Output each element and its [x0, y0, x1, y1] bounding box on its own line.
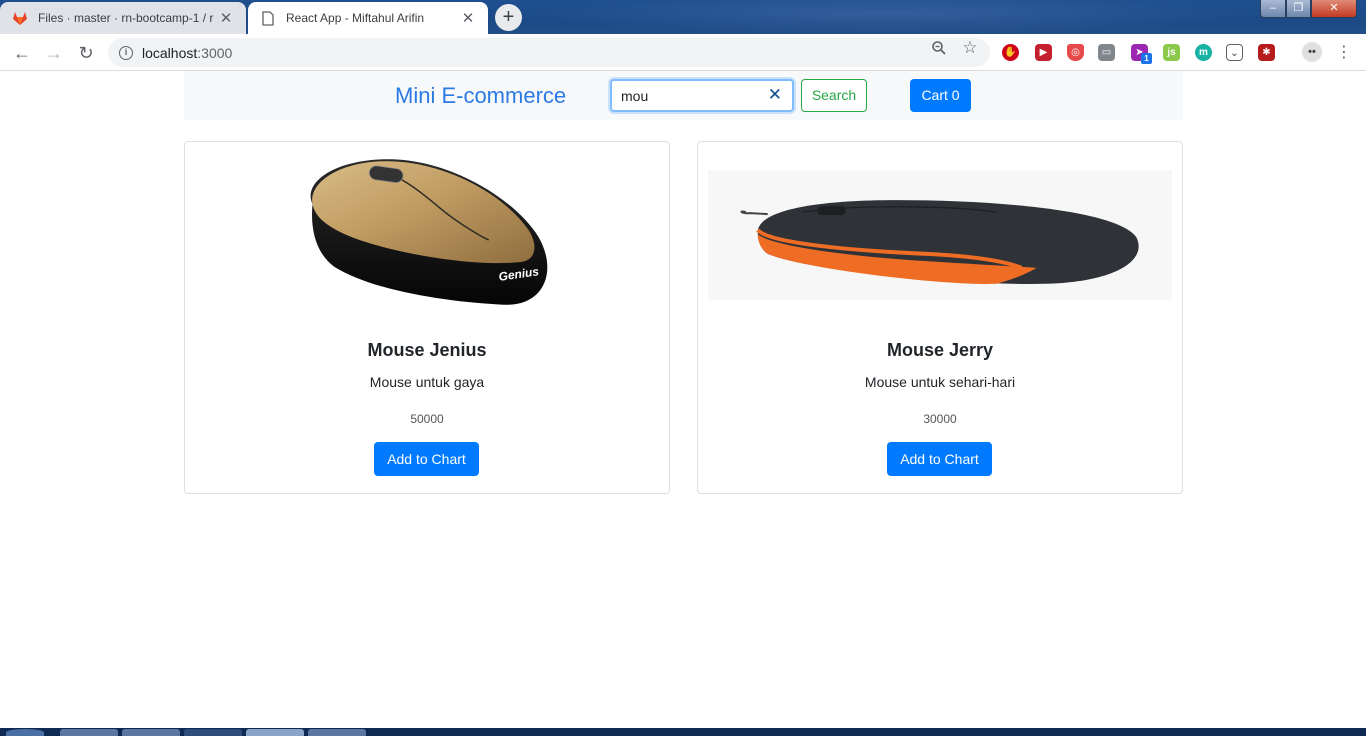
add-to-chart-button[interactable]: Add to Chart [374, 442, 479, 476]
nodejs-extension-icon[interactable]: js [1163, 44, 1180, 61]
extension-badge: 1 [1141, 53, 1152, 64]
menu-dots-icon[interactable]: ⋮ [1331, 40, 1357, 66]
cart-button[interactable]: Cart 0 [910, 79, 971, 112]
taskbar-item[interactable] [122, 729, 180, 736]
pocket-extension-icon[interactable]: ⌄ [1226, 44, 1243, 61]
shield-extension-icon[interactable]: ◎ [1067, 44, 1084, 61]
address-bar[interactable]: i localhost:3000 [108, 38, 990, 67]
tab-react-app[interactable]: React App - Miftahul Arifin ✕ [248, 2, 488, 34]
tab-title: Files · master · rn-bootcamp-1 / r [38, 11, 214, 25]
taskbar-item[interactable] [60, 729, 118, 736]
site-info-icon[interactable]: i [119, 45, 133, 60]
back-arrow-icon[interactable]: ← [9, 40, 35, 66]
product-price: 30000 [923, 412, 957, 426]
browser-toolbar: ← → ↻ i localhost:3000 ☆ ✋ ▶ ◎ ▭ ➤ 1 js … [0, 34, 1366, 71]
product-image-mouse-jenius: Genius [310, 159, 548, 305]
search-button[interactable]: Search [801, 79, 867, 112]
product-name: Mouse Jenius [367, 340, 487, 360]
bookmark-star-icon[interactable]: ☆ [961, 38, 979, 58]
search-field[interactable]: ✕ [610, 79, 794, 112]
search-input[interactable] [612, 81, 762, 110]
avatar[interactable]: •• [1302, 42, 1322, 62]
puzzle-extension-icon[interactable]: ✱ [1258, 44, 1275, 61]
tab-close-icon[interactable]: ✕ [460, 9, 476, 27]
forward-arrow-icon[interactable]: → [41, 40, 67, 66]
product-price: 50000 [410, 412, 444, 426]
m-extension-icon[interactable]: m [1195, 44, 1212, 61]
os-taskbar [0, 728, 1366, 736]
maximize-icon[interactable]: ❐ [1286, 0, 1311, 18]
url-text: localhost:3000 [142, 44, 233, 61]
window-controls: – ❐ ✕ [1260, 0, 1357, 18]
product-description: Mouse untuk sehari-hari [864, 374, 1016, 390]
browser-tab-strip: Files · master · rn-bootcamp-1 / r ✕ Rea… [0, 0, 1366, 34]
reload-icon[interactable]: ↻ [73, 40, 99, 66]
tab-close-icon[interactable]: ✕ [218, 9, 234, 27]
taskbar-item[interactable] [308, 729, 366, 736]
tab-gitlab-files[interactable]: Files · master · rn-bootcamp-1 / r ✕ [0, 2, 246, 34]
clear-search-icon[interactable]: ✕ [768, 85, 782, 105]
page-navbar: Mini E-commerce ✕ Search Cart 0 [184, 71, 1183, 120]
product-card: Mouse Jerry Mouse untuk sehari-hari 3000… [697, 141, 1183, 494]
product-card: Genius Mouse Jenius Mouse untuk gaya 500… [184, 141, 670, 494]
product-name: Mouse Jerry [886, 340, 994, 360]
new-tab-button[interactable]: + [495, 4, 522, 31]
minimize-icon[interactable]: – [1260, 0, 1286, 18]
start-button[interactable] [6, 729, 44, 736]
taskbar-item-chrome[interactable] [246, 729, 304, 736]
video-extension-icon[interactable]: ▶ [1035, 44, 1052, 61]
tab-title: React App - Miftahul Arifin [286, 11, 425, 25]
product-description: Mouse untuk gaya [369, 374, 485, 390]
zoom-icon[interactable] [930, 40, 948, 60]
chat-extension-icon[interactable]: ▭ [1098, 44, 1115, 61]
gitlab-icon [12, 10, 28, 26]
product-image-mouse-jerry [707, 170, 1173, 300]
page-icon [260, 10, 276, 26]
adblock-icon[interactable]: ✋ [1002, 44, 1019, 61]
add-to-chart-button[interactable]: Add to Chart [887, 442, 992, 476]
window-close-icon[interactable]: ✕ [1311, 0, 1357, 18]
taskbar-item[interactable] [184, 729, 242, 736]
brand-title[interactable]: Mini E-commerce [395, 83, 566, 109]
